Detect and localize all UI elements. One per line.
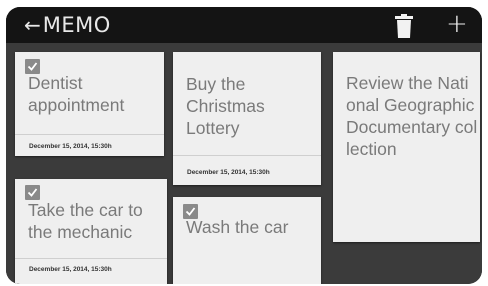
checkmark-icon: [27, 188, 38, 197]
page-title: MEMO: [42, 13, 111, 37]
memo-card-lottery[interactable]: Buy the Christmas Lottery December 15, 2…: [173, 52, 321, 185]
memo-text: Dentist appointment: [28, 73, 125, 115]
memo-text: Buy the Christmas Lottery: [186, 74, 265, 138]
memo-text: Wash the car: [186, 217, 289, 237]
trash-icon: [395, 14, 413, 38]
memo-date: December 15, 2014, 15:30h: [29, 143, 112, 150]
top-bar: ← MEMO +: [6, 7, 482, 43]
memo-divider: [173, 155, 321, 156]
memo-board: Dentist appointment December 15, 2014, 1…: [6, 43, 482, 284]
delete-button[interactable]: [395, 14, 413, 38]
memo-divider: [15, 134, 164, 135]
add-memo-button[interactable]: +: [446, 10, 468, 38]
checkmark-icon: [27, 62, 38, 71]
memo-date: December 15, 2014, 15:30h: [187, 169, 270, 176]
memo-checkbox[interactable]: [183, 204, 198, 219]
app-window: ← MEMO + Dentist appointment December 15…: [6, 7, 482, 284]
memo-text: Review the National Geographic Documenta…: [346, 73, 478, 159]
memo-text: Take the car to the mechanic: [28, 200, 143, 242]
back-button[interactable]: ← MEMO: [24, 12, 111, 38]
back-arrow-icon: ←: [24, 13, 41, 37]
memo-card-review[interactable]: Review the National Geographic Documenta…: [333, 52, 480, 242]
memo-date: December 15, 2014, 15:30h: [29, 266, 112, 273]
memo-checkbox[interactable]: [25, 185, 40, 200]
checkmark-icon: [185, 207, 196, 216]
memo-divider: [15, 258, 167, 259]
memo-checkbox[interactable]: [25, 59, 40, 74]
